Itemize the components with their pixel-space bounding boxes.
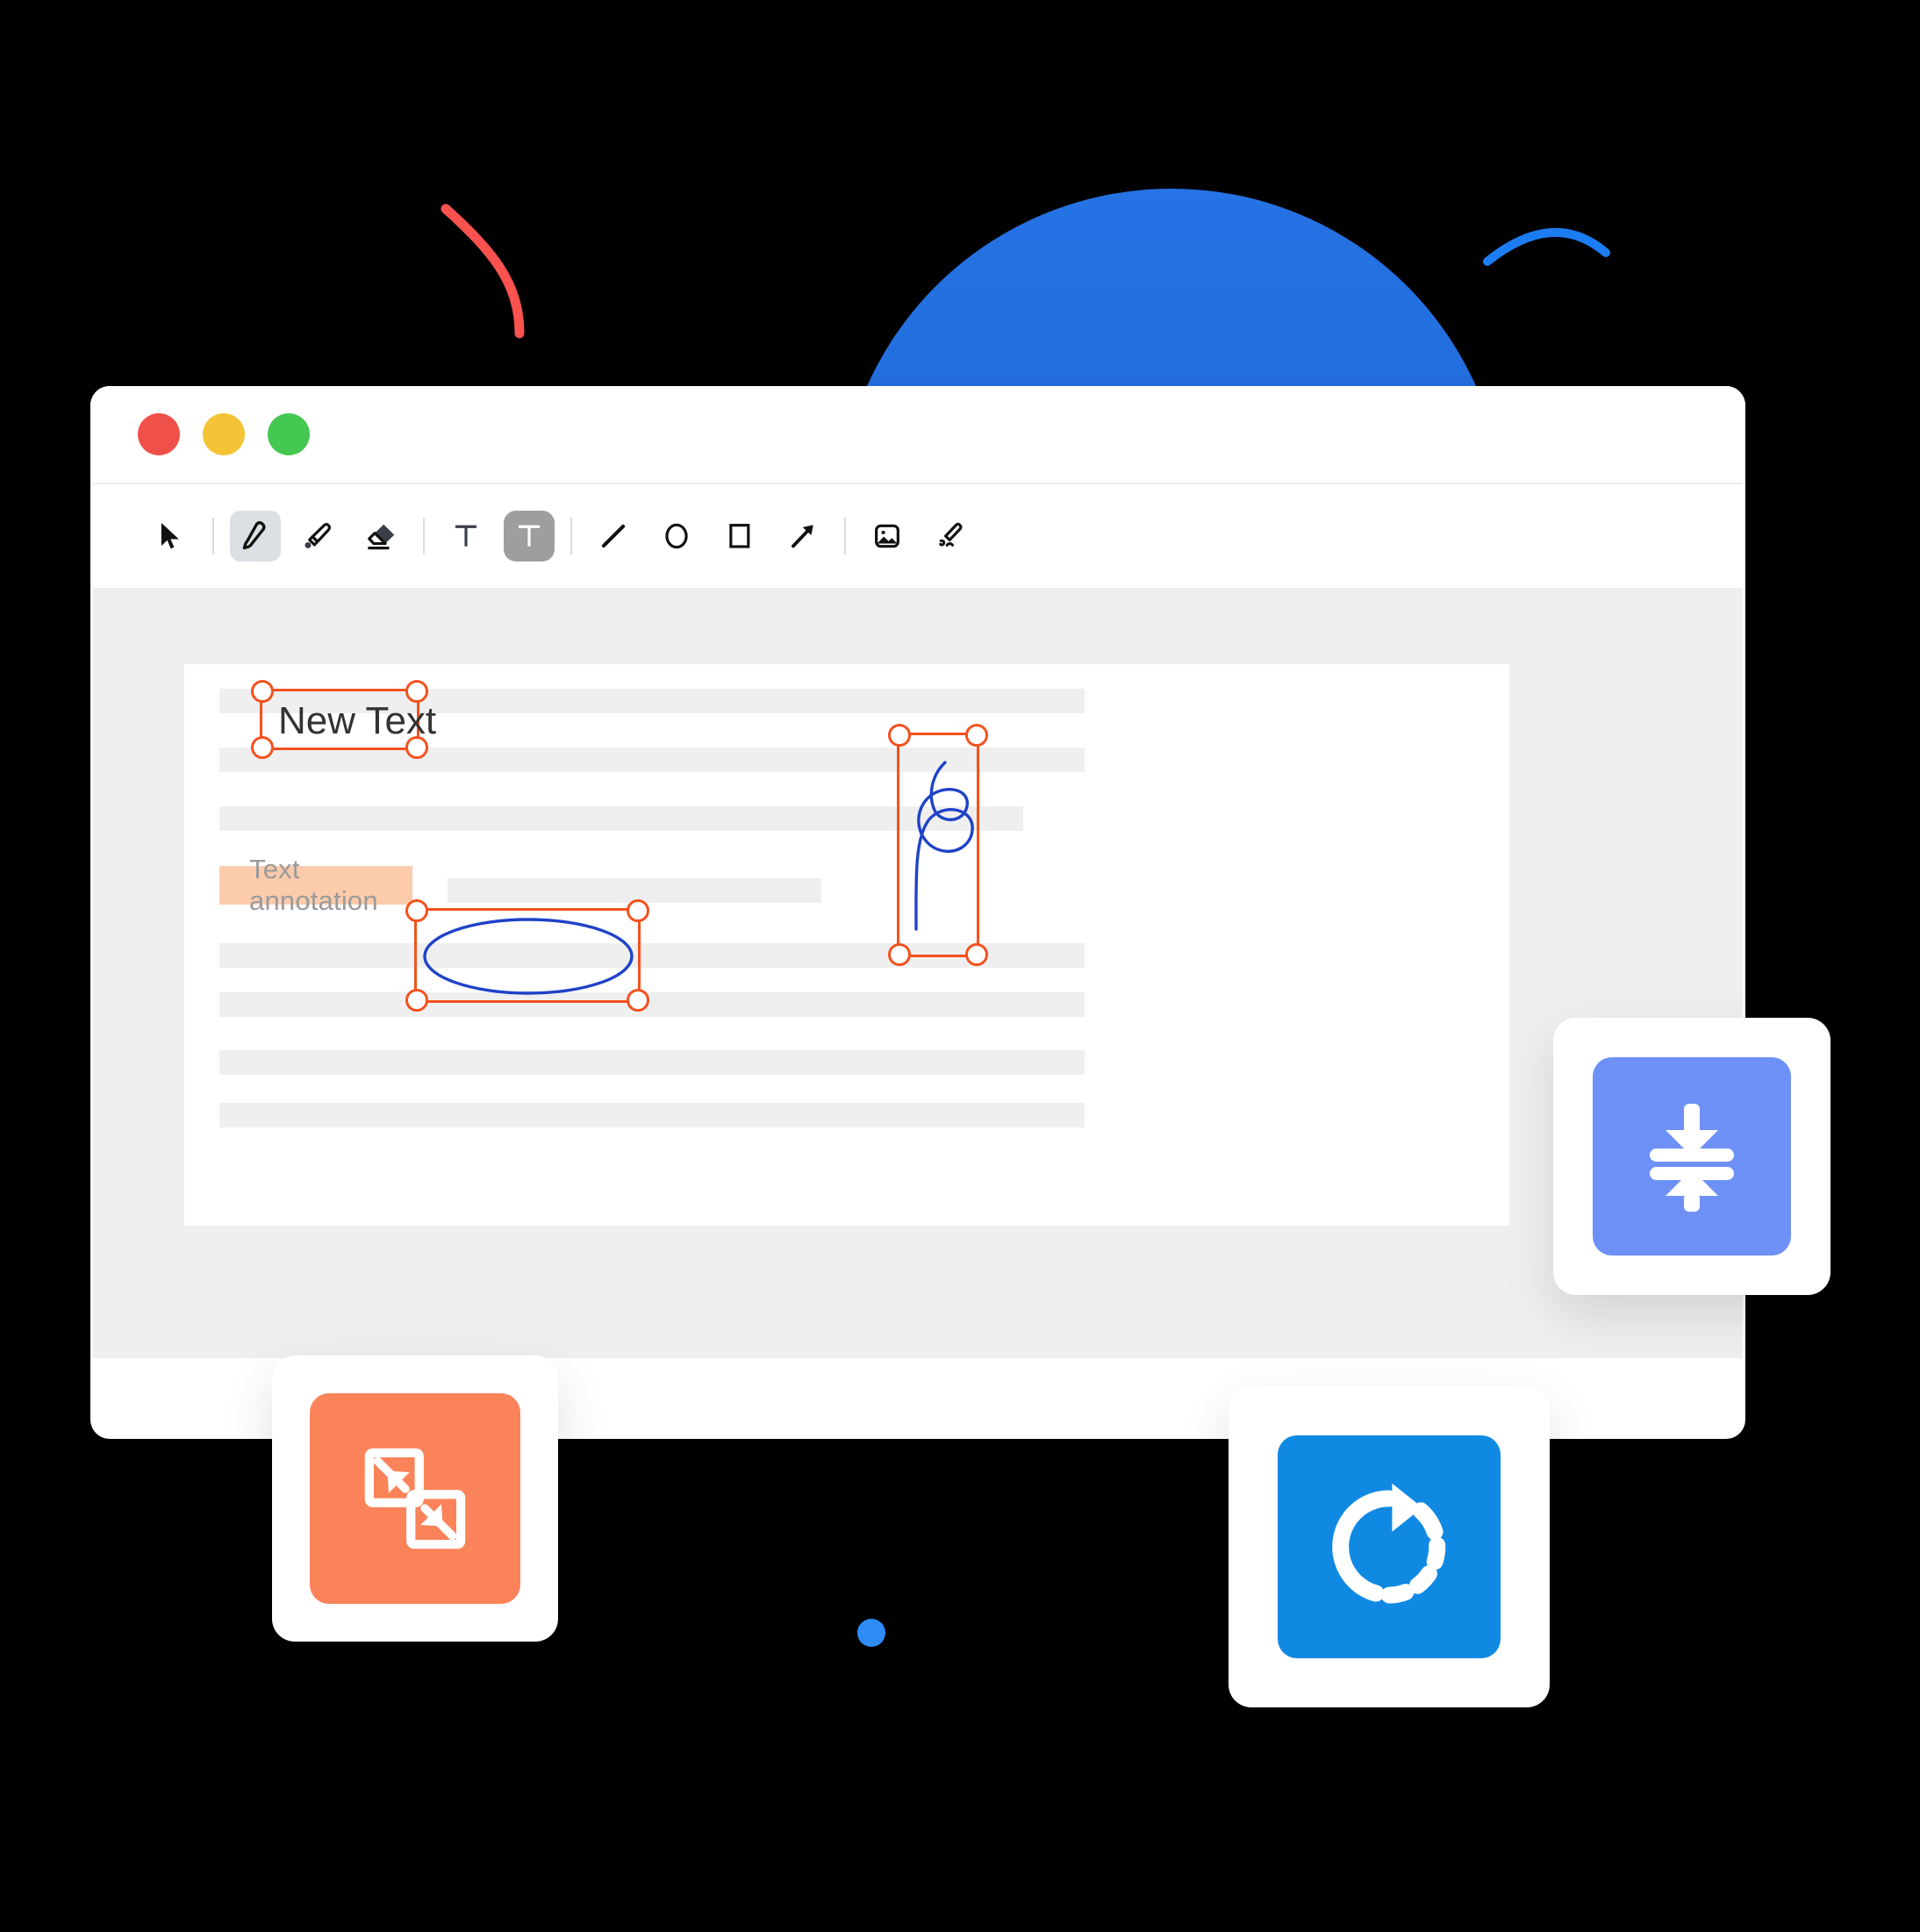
placeholder-line xyxy=(219,992,1085,1017)
toolbar-divider xyxy=(423,518,425,555)
red-stroke-decoration xyxy=(441,204,525,339)
minimize-button[interactable] xyxy=(203,413,245,455)
pen-icon[interactable] xyxy=(230,511,281,562)
scribble-annotation xyxy=(914,761,974,931)
placeholder-line xyxy=(219,1103,1085,1127)
compress-icon xyxy=(1593,1057,1791,1256)
ellipse-annotation xyxy=(423,918,634,995)
annotation-toolbar xyxy=(93,483,1743,590)
highlighter-icon[interactable] xyxy=(293,511,344,562)
app-window: Text annotation New Text xyxy=(90,386,1745,1439)
select-cursor-icon[interactable] xyxy=(146,511,197,562)
text-annotation-label: Text annotation xyxy=(249,854,378,916)
maximize-button[interactable] xyxy=(268,413,310,455)
placeholder-line xyxy=(219,1050,1085,1075)
eraser-icon[interactable] xyxy=(356,511,407,562)
arrow-icon[interactable] xyxy=(777,511,828,562)
resize-handle-top-left[interactable] xyxy=(251,680,274,703)
new-text-value[interactable]: New Text xyxy=(278,699,436,743)
traffic-light-group xyxy=(138,413,310,455)
merge-pdf-card[interactable] xyxy=(272,1356,558,1642)
rotate-icon xyxy=(1278,1435,1501,1658)
merge-icon xyxy=(310,1393,520,1604)
close-button[interactable] xyxy=(138,413,180,455)
square-icon[interactable] xyxy=(714,511,765,562)
background-dot xyxy=(857,1619,885,1647)
window-titlebar xyxy=(90,386,1745,483)
rotate-pdf-card[interactable] xyxy=(1229,1386,1550,1707)
text-icon[interactable] xyxy=(441,511,491,562)
toolbar-divider xyxy=(570,518,572,555)
text-annotation-chip[interactable]: Text annotation xyxy=(219,854,412,916)
text-highlight-icon[interactable] xyxy=(504,511,555,562)
document-page[interactable]: Text annotation New Text xyxy=(184,664,1509,1226)
document-workspace: Text annotation New Text xyxy=(93,590,1743,1358)
toolbar-divider xyxy=(844,518,846,555)
toolbar-divider xyxy=(212,518,214,555)
signature-icon[interactable] xyxy=(925,511,976,562)
blue-stroke-decoration xyxy=(1483,228,1610,266)
resize-handle-bottom-left[interactable] xyxy=(251,736,274,759)
circle-icon[interactable] xyxy=(651,511,702,562)
compress-pdf-card[interactable] xyxy=(1553,1018,1830,1295)
line-icon[interactable] xyxy=(588,511,639,562)
image-icon[interactable] xyxy=(862,511,913,562)
